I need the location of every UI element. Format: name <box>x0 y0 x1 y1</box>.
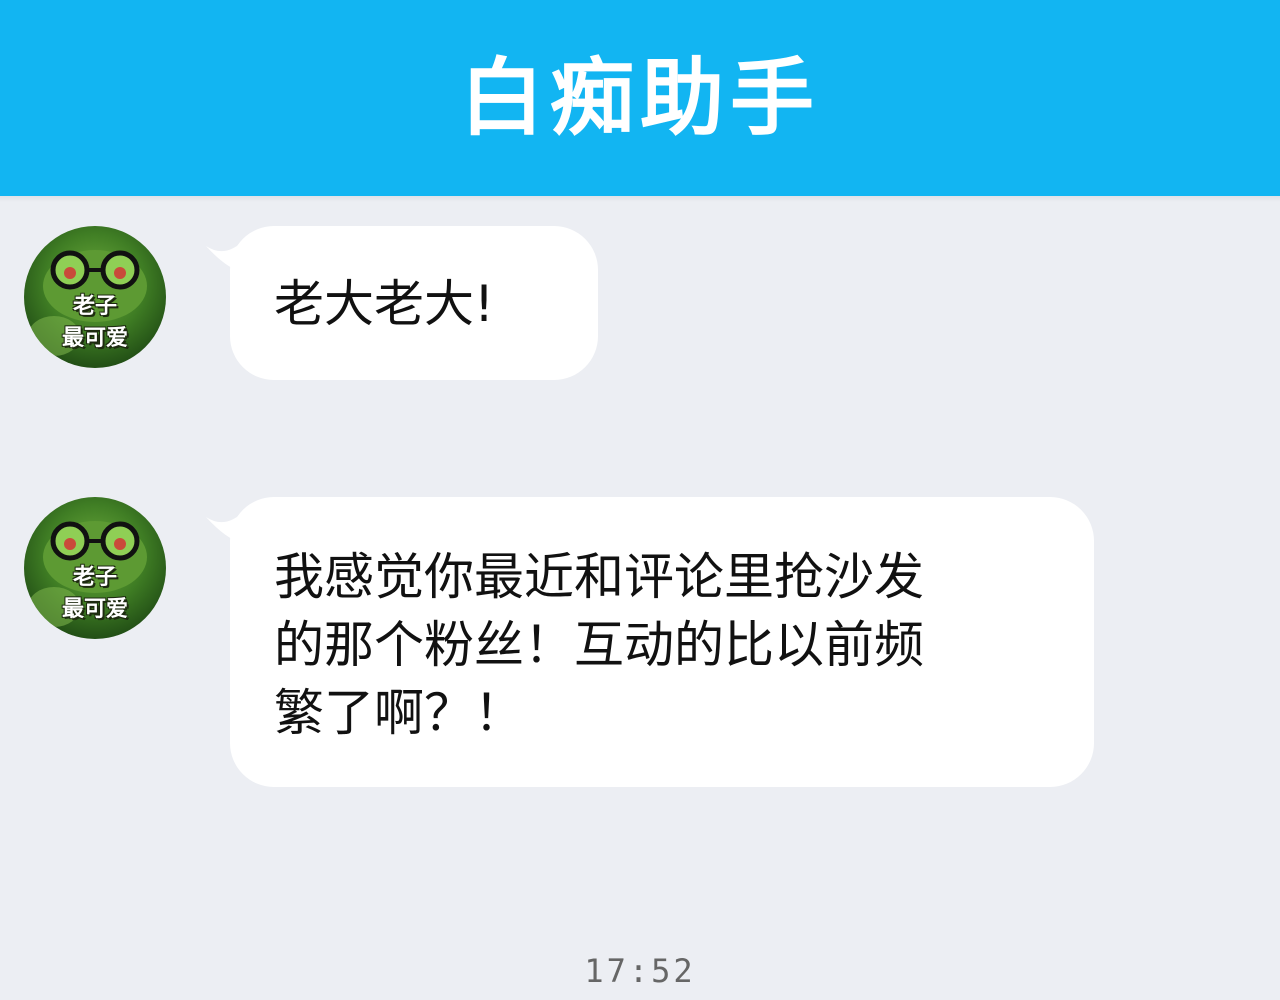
message-bubble[interactable]: 老大老大! <box>230 226 598 380</box>
message-text-line: 我感觉你最近和评论里抢沙发 <box>274 548 924 606</box>
avatar-text-bottom: 最可爱 <box>61 326 128 351</box>
message-text-line: 繁了啊？！ <box>274 684 524 742</box>
sender-avatar[interactable]: 老子 最可爱 <box>24 497 166 639</box>
avatar-text-bottom: 最可爱 <box>61 597 128 622</box>
chat-title: 白痴助手 <box>459 49 820 147</box>
title-bar: 白痴助手 <box>0 0 1280 196</box>
sender-avatar[interactable]: 老子 最可爱 <box>24 226 166 368</box>
message-bubble[interactable]: 我感觉你最近和评论里抢沙发 的那个粉丝！互动的比以前频 繁了啊？！ <box>230 497 1094 787</box>
message-text: 老大老大! <box>274 275 495 333</box>
avatar-text-top: 老子 <box>72 294 117 319</box>
avatar-text-top: 老子 <box>72 565 117 590</box>
message-text-line: 的那个粉丝！互动的比以前频 <box>274 616 924 674</box>
title-bar-shadow <box>0 196 1280 202</box>
message-timestamp: 17:52 <box>584 952 696 990</box>
